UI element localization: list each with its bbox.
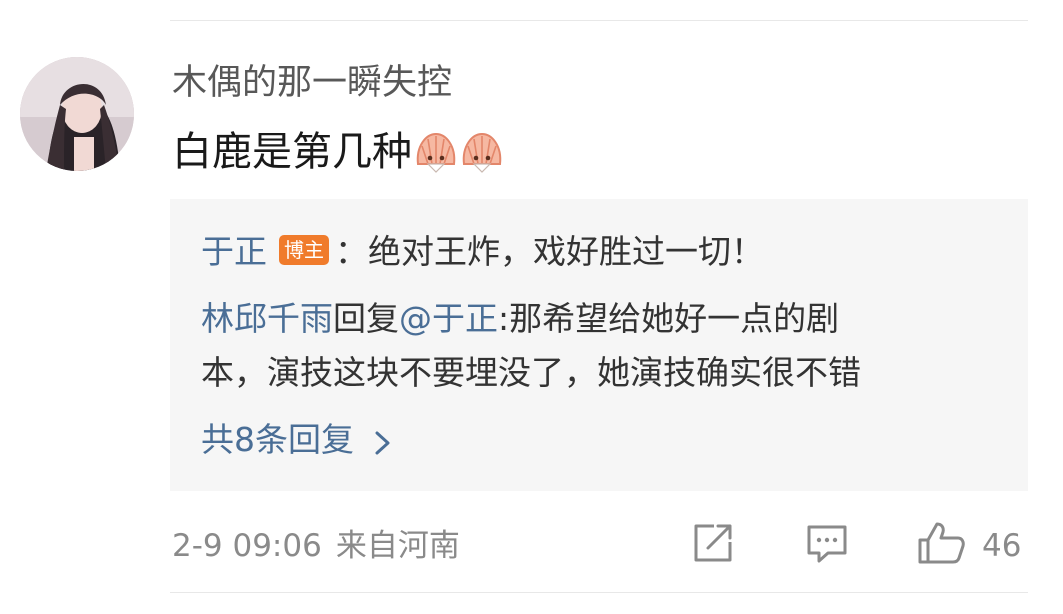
reply-item[interactable]: 林邱千雨回复@于正:那希望给她好一点的剧 — [201, 297, 839, 341]
shell-fan-emoji — [460, 130, 504, 174]
reply-box[interactable]: 于正 博主 ：绝对王炸，戏好胜过一切！ 林邱千雨回复@于正:那希望给她好一点的剧 本… — [170, 199, 1028, 491]
reply-mention[interactable]: @于正 — [399, 299, 498, 338]
comment-meta: 2-9 09:06 来自河南 — [172, 524, 460, 568]
divider — [170, 592, 1028, 593]
comment-text-row: 白鹿是第几种 — [172, 126, 504, 178]
comment-username[interactable]: 木偶的那一瞬失控 — [172, 60, 452, 106]
avatar[interactable] — [20, 57, 134, 171]
comment-icon[interactable] — [804, 520, 850, 566]
comment-location: 来自河南 — [335, 528, 460, 564]
like-count: 46 — [982, 528, 1022, 564]
divider — [170, 20, 1028, 21]
blogger-badge: 博主 — [279, 234, 329, 265]
reply-text: ：绝对王炸，戏好胜过一切！ — [335, 232, 764, 271]
thumbs-up-icon[interactable] — [916, 520, 966, 566]
reply-text-continued: 本，演技这块不要埋没了，她演技确实很不错 — [201, 353, 861, 392]
share-icon[interactable] — [690, 520, 736, 566]
comment-page: 木偶的那一瞬失控 白鹿是第几种 于正 博主 ：绝对王炸，戏好胜过一切！ 林邱千雨… — [0, 0, 1063, 614]
reply-text: :那希望给她好一点的剧 — [498, 299, 840, 338]
comment-text: 白鹿是第几种 — [172, 129, 412, 175]
more-replies-label[interactable]: 共8条回复 — [201, 418, 354, 462]
author-reply[interactable]: 于正 博主 ：绝对王炸，戏好胜过一切！ — [201, 230, 764, 274]
shell-fan-emoji — [414, 130, 458, 174]
chevron-right-icon — [372, 425, 394, 455]
more-replies-link[interactable]: 共8条回复 — [201, 418, 394, 462]
comment-datetime: 2-9 09:06 — [172, 528, 322, 564]
reply-author[interactable]: 于正 — [201, 232, 267, 271]
reply-author[interactable]: 林邱千雨 — [201, 299, 333, 338]
reply-action: 回复 — [333, 299, 399, 338]
